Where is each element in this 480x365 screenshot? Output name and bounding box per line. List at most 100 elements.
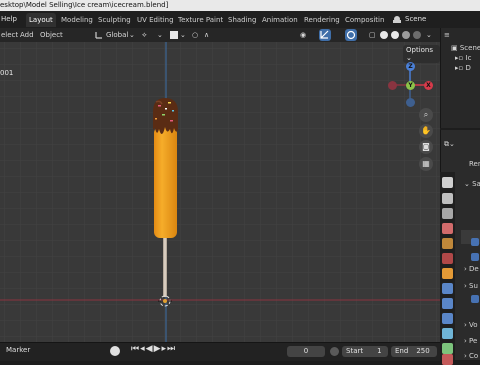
navigation-gizmo[interactable]: Z Y X xyxy=(386,61,434,109)
outliner-d-label: D xyxy=(465,64,471,72)
menu-select[interactable]: elect xyxy=(1,28,18,42)
scene-icon[interactable] xyxy=(392,14,402,24)
menu-help[interactable]: Help xyxy=(1,11,17,28)
performance-panel-header[interactable]: › Pe xyxy=(464,337,477,345)
outliner-item-d[interactable]: ▸▫ D xyxy=(455,64,471,72)
color-label: Co xyxy=(469,352,479,360)
tab-animation[interactable]: Animation xyxy=(262,13,298,27)
tab-sculpting[interactable]: Sculpting xyxy=(98,13,131,27)
tab-compositing[interactable]: Compositin xyxy=(345,13,385,27)
camera-view-icon[interactable]: ◙ xyxy=(419,140,433,154)
constraints-tab-icon[interactable] xyxy=(442,328,453,339)
tab-texture-paint[interactable]: Texture Paint xyxy=(178,13,223,27)
sampling-panel-header[interactable]: ⌄ Sa xyxy=(464,180,480,188)
outliner-item-icecream[interactable]: ▸▫ Ic xyxy=(455,54,471,62)
outliner-item-scene[interactable]: ▣ Scene xyxy=(451,44,480,52)
scene-collection-icon: ▣ xyxy=(451,44,458,52)
gizmo-z-axis[interactable]: Z xyxy=(406,62,415,71)
orientation-dropdown[interactable]: Global xyxy=(106,28,128,42)
xray-toggle-icon[interactable]: ▢ xyxy=(369,28,376,42)
overlay-toggle-icon[interactable] xyxy=(345,29,357,41)
marker-menu[interactable]: Marker xyxy=(6,346,30,354)
tab-modeling[interactable]: Modeling xyxy=(61,13,93,27)
visibility-icon[interactable]: ◉ xyxy=(300,28,306,42)
scene-tab-icon[interactable] xyxy=(442,238,453,249)
frame-indicator: 001 xyxy=(0,69,14,77)
shading-rendered-icon[interactable] xyxy=(413,31,421,39)
collection-icon: ▸▫ xyxy=(455,54,464,62)
zoom-icon[interactable]: ⌕ xyxy=(419,108,433,122)
particles-tab-icon[interactable] xyxy=(442,298,453,309)
options-label: Options xyxy=(406,46,434,54)
playback-controls[interactable]: ⏮◂◀▶▸⏭ xyxy=(131,344,176,354)
subsurface-panel-header[interactable]: › Su xyxy=(464,282,478,290)
jump-start-icon[interactable]: ⏮ xyxy=(131,344,140,354)
play-reverse-icon[interactable]: ◀ xyxy=(146,344,154,354)
end-value: 250 xyxy=(416,347,430,355)
shading-options-icon[interactable]: ⌄ xyxy=(426,28,432,42)
viewport-canvas xyxy=(0,42,440,342)
physics-tab-icon[interactable] xyxy=(442,313,453,324)
shading-solid-icon[interactable] xyxy=(391,31,399,39)
tab-shading[interactable]: Shading xyxy=(228,13,256,27)
checkbox-3[interactable] xyxy=(471,295,479,303)
timeline-bar: Marker ⏮◂◀▶▸⏭ 0 Start 1 End 250 xyxy=(0,342,440,361)
volumes-panel-header[interactable]: › Vo xyxy=(464,321,478,329)
tool-tab-icon[interactable] xyxy=(442,177,453,188)
jump-end-icon[interactable]: ⏭ xyxy=(167,344,176,354)
tab-rendering[interactable]: Rendering xyxy=(304,13,340,27)
pan-hand-icon[interactable]: ✋ xyxy=(419,124,433,138)
sampling-label: Sa xyxy=(472,180,480,188)
volumes-label: Vo xyxy=(469,321,478,329)
output-tab-icon[interactable] xyxy=(442,208,453,219)
shading-material-icon[interactable] xyxy=(402,31,410,39)
shading-wireframe-icon[interactable] xyxy=(380,31,388,39)
end-frame-field[interactable]: End 250 xyxy=(391,346,437,357)
color-panel-header[interactable]: › Co xyxy=(464,352,478,360)
render-tab-icon[interactable] xyxy=(442,193,453,204)
outliner-panel: ≡ ▣ Scene ▸▫ Ic ▸▫ D xyxy=(440,28,480,128)
3d-viewport[interactable]: 001 Options ⌄ Z Y X ⌕ ✋ ◙ ▦ xyxy=(0,42,440,342)
object-tab-icon[interactable] xyxy=(442,268,453,279)
denoise-label: De xyxy=(469,265,479,273)
start-frame-field[interactable]: Start 1 xyxy=(342,346,388,357)
snap-icon[interactable]: ⌄ xyxy=(157,28,163,42)
properties-editor-icon[interactable]: ⧉⌄ xyxy=(444,140,455,149)
ortho-grid-icon[interactable]: ▦ xyxy=(419,157,433,171)
view-layer-tab-icon[interactable] xyxy=(442,223,453,234)
falloff-curve-icon[interactable]: ∧ xyxy=(204,28,209,42)
snap-target-icon[interactable] xyxy=(170,31,178,39)
end-label: End xyxy=(395,347,409,355)
gizmo-neg-z-axis[interactable] xyxy=(406,98,415,107)
outliner-filter-icon[interactable]: ≡ xyxy=(444,31,450,39)
scene-name[interactable]: Scene xyxy=(405,11,426,28)
start-value: 1 xyxy=(377,347,382,355)
checkbox-1[interactable] xyxy=(471,238,479,246)
gizmo-y-axis[interactable]: Y xyxy=(406,81,415,90)
gizmo-neg-x-axis[interactable] xyxy=(388,81,397,90)
record-icon[interactable] xyxy=(110,346,120,356)
viewport-header: elect Add Object Global ⌄ ⟡ ⌄ ⌄ ○ ∧ ◉ ▢ … xyxy=(0,28,440,42)
outliner-icecream-label: Ic xyxy=(465,54,472,62)
menu-object[interactable]: Object xyxy=(40,28,63,42)
subsurface-label: Su xyxy=(469,282,478,290)
chevron-down-icon[interactable]: ⌄ xyxy=(129,28,135,42)
current-frame-field[interactable]: 0 xyxy=(287,346,325,357)
data-tab-icon[interactable] xyxy=(442,343,453,354)
tab-uv-editing[interactable]: UV Editing xyxy=(137,13,174,27)
gizmo-toggle-icon[interactable] xyxy=(319,29,331,41)
menu-add[interactable]: Add xyxy=(20,28,34,42)
checkbox-2[interactable] xyxy=(471,253,479,261)
world-tab-icon[interactable] xyxy=(442,253,453,264)
render-engine-label: Ren xyxy=(469,160,480,168)
proportional-falloff-icon[interactable]: ○ xyxy=(192,28,198,42)
preview-range-icon[interactable] xyxy=(330,347,339,356)
modifier-tab-icon[interactable] xyxy=(442,283,453,294)
tab-layout[interactable]: Layout xyxy=(26,13,56,27)
denoise-panel-header[interactable]: › De xyxy=(464,265,479,273)
proportional-edit-icon[interactable]: ⌄ xyxy=(180,28,186,42)
gizmo-x-axis[interactable]: X xyxy=(424,81,433,90)
pivot-icon[interactable]: ⟡ xyxy=(142,28,147,42)
window-titlebar: esktop\Model Selling\Ice cream\icecream.… xyxy=(0,0,480,11)
topbar: Help Layout Modeling Sculpting UV Editin… xyxy=(0,11,480,28)
